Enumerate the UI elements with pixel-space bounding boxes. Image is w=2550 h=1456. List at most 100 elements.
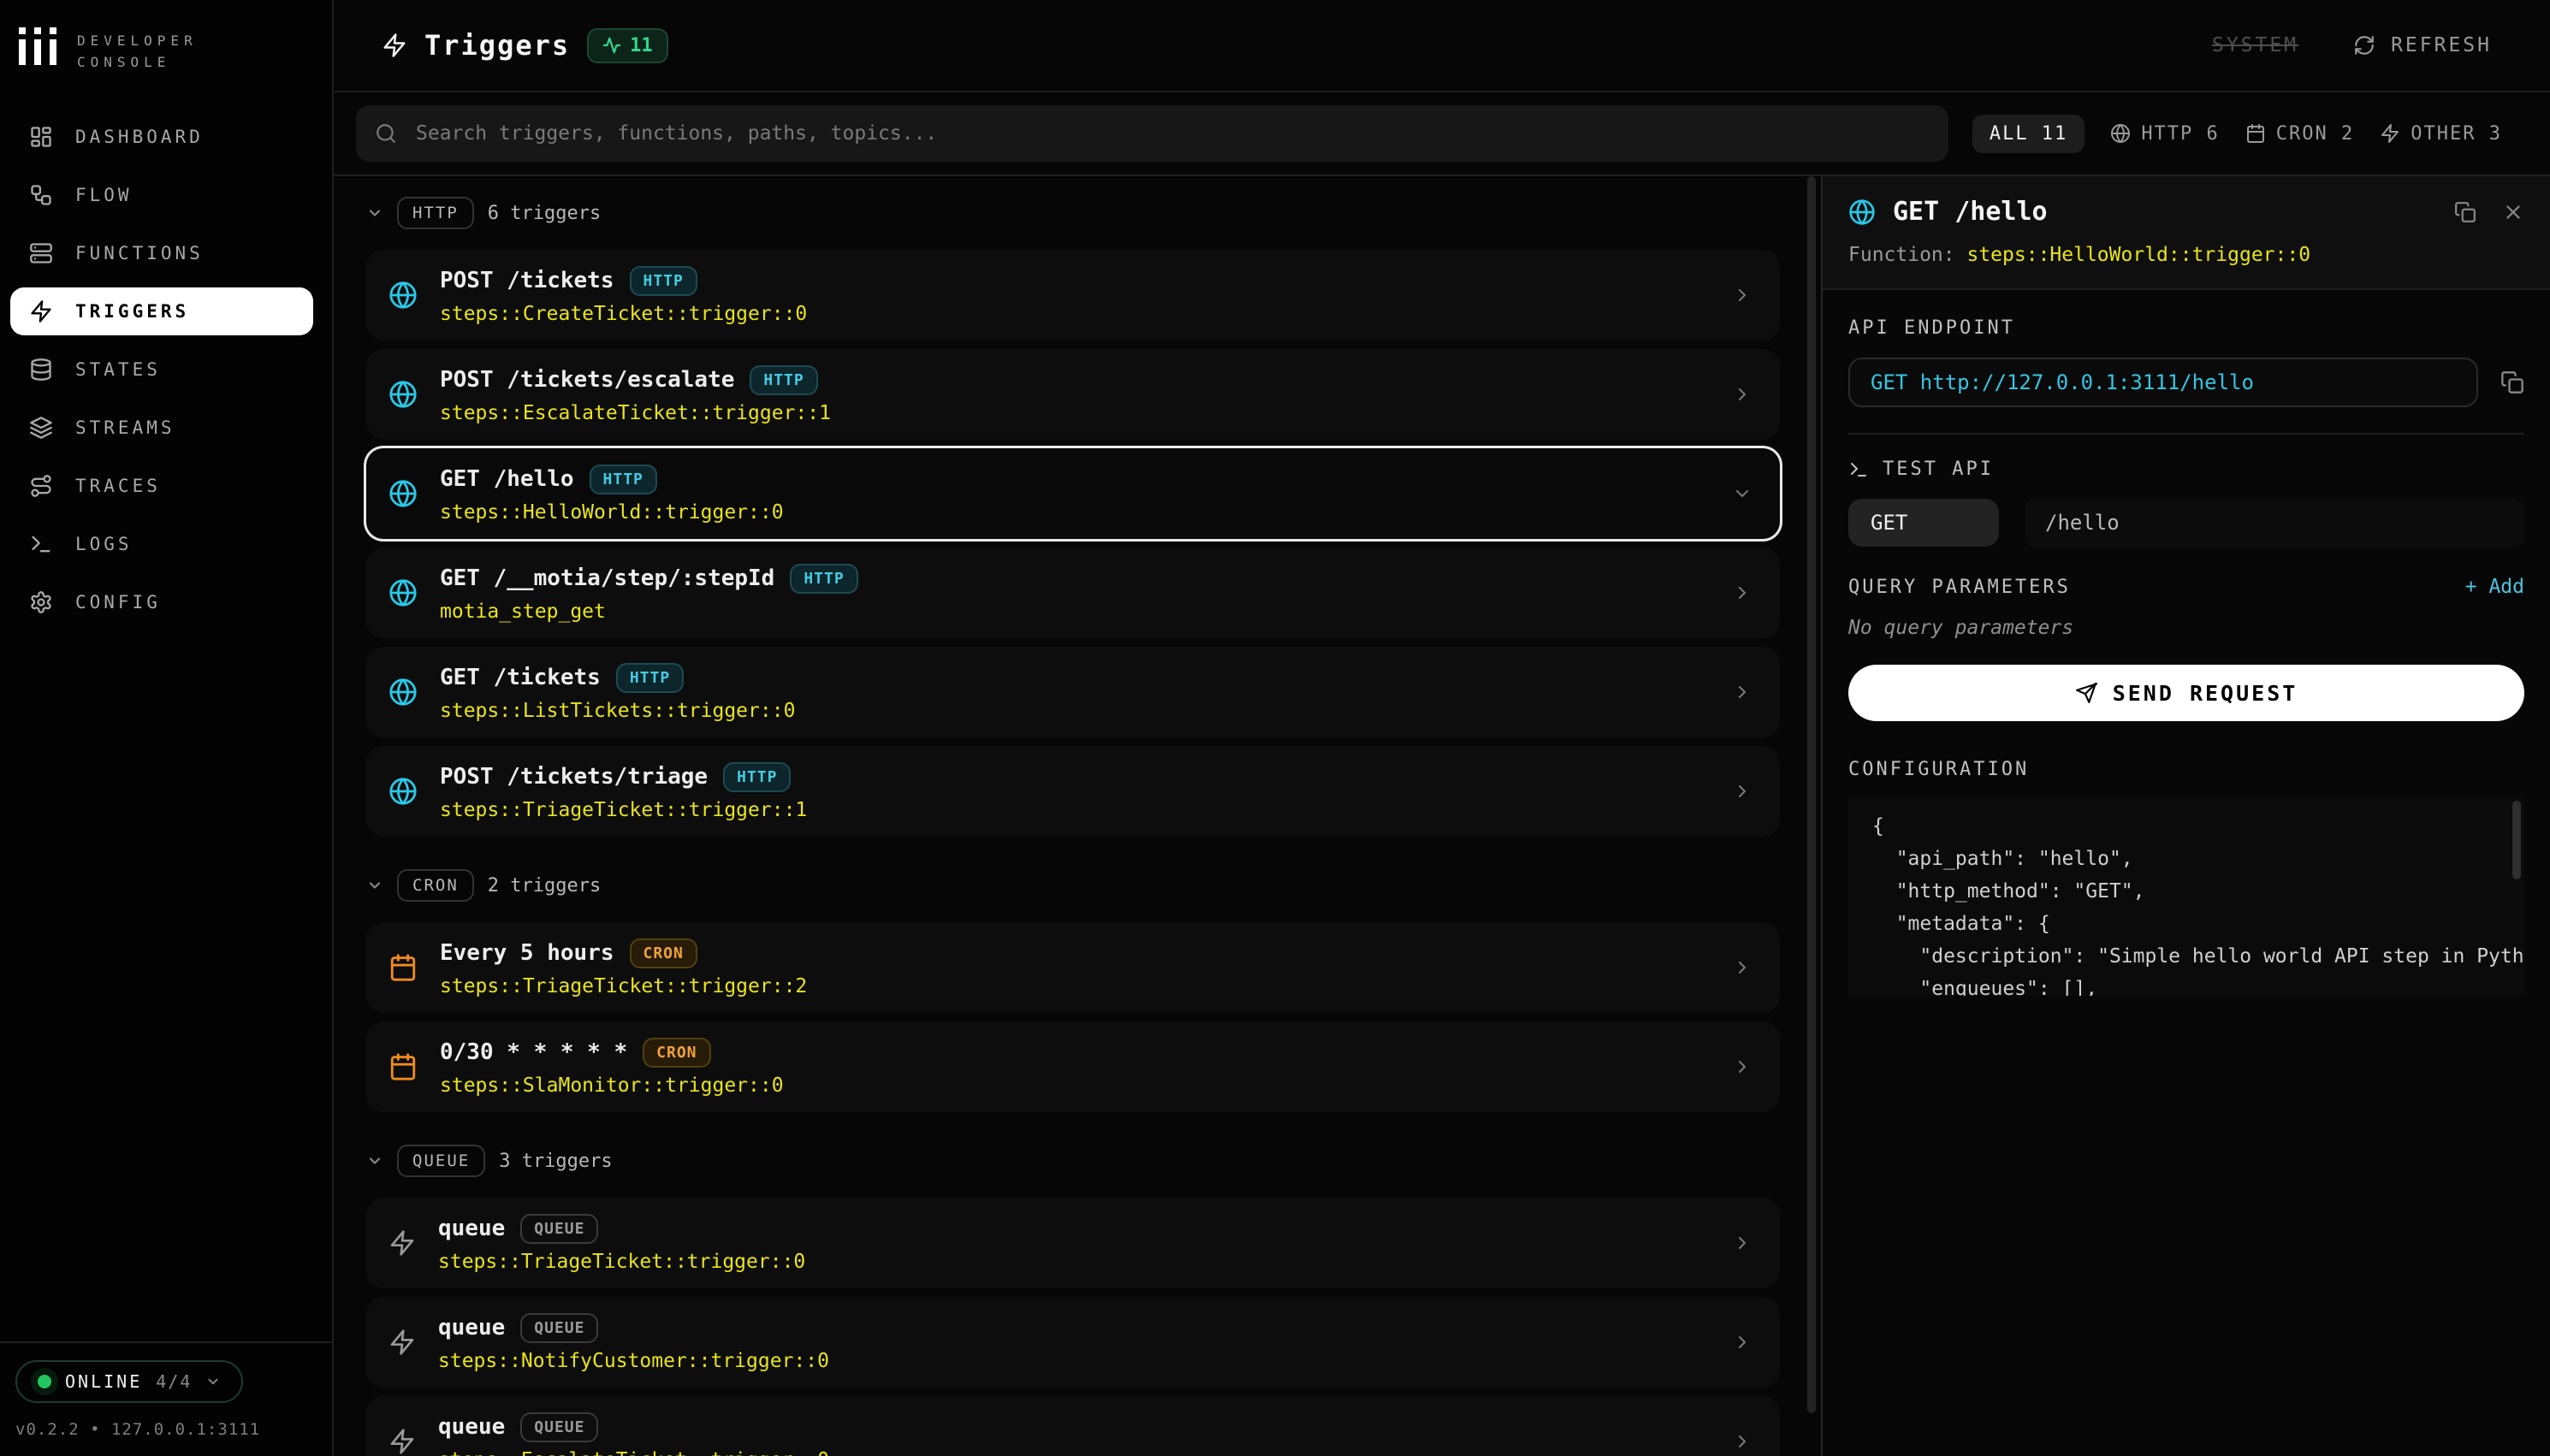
trigger-row-cron-expression[interactable]: 0/30 * * * * *CRON steps::SlaMonitor::tr… (366, 1021, 1780, 1112)
globe-icon (1848, 198, 1876, 226)
add-query-param-link[interactable]: + Add (2465, 576, 2524, 598)
trigger-title: GET /tickets (440, 665, 601, 690)
trigger-type-badge: HTTP (616, 663, 684, 693)
trigger-row-get-tickets[interactable]: GET /ticketsHTTP steps::ListTickets::tri… (366, 647, 1780, 737)
section-badge: HTTP (397, 197, 474, 229)
sidebar-item-config[interactable]: CONFIG (10, 578, 313, 626)
trigger-type-badge: HTTP (590, 465, 657, 494)
query-parameters-label: QUERY PARAMETERS (1848, 577, 2071, 598)
section-count: 6 triggers (488, 203, 601, 224)
sidebar-item-label: DASHBOARD (75, 127, 204, 147)
server-icon (29, 241, 53, 265)
trigger-row-post-tickets-triage[interactable]: POST /tickets/triageHTTP steps::TriageTi… (366, 746, 1780, 837)
code-scrollbar[interactable] (2512, 801, 2521, 879)
globe-icon (388, 380, 418, 409)
sidebar-item-label: FLOW (75, 185, 133, 205)
trigger-function: steps::TriageTicket::trigger::2 (440, 975, 807, 997)
send-request-label: SEND REQUEST (2113, 681, 2298, 706)
refresh-icon (2353, 34, 2375, 56)
chevron-right-icon (1732, 1233, 1752, 1253)
sidebar-item-functions[interactable]: FUNCTIONS (10, 229, 313, 277)
zap-icon (382, 33, 407, 58)
endpoint-value[interactable]: GET http://127.0.0.1:3111/hello (1848, 358, 2478, 407)
zap-icon (388, 1428, 416, 1455)
trigger-title: queue (438, 1216, 505, 1241)
close-panel-button[interactable] (2502, 201, 2524, 223)
trigger-row-queue-notify[interactable]: queue QUEUE steps::NotifyCustomer::trigge… (366, 1297, 1780, 1388)
search-input[interactable] (412, 121, 1930, 146)
trigger-row-get-motia-step[interactable]: GET /__motia/step/:stepIdHTTP motia_step… (366, 547, 1780, 638)
online-count: 4/4 (156, 1371, 192, 1392)
zap-icon (2380, 123, 2400, 144)
globe-icon (388, 281, 418, 310)
sidebar-item-traces[interactable]: TRACES (10, 462, 313, 510)
chevron-right-icon (1732, 1332, 1752, 1352)
chevron-down-icon (366, 1152, 383, 1169)
section-header-http[interactable]: HTTP 6 triggers (366, 197, 1780, 229)
globe-icon (2110, 123, 2131, 144)
sidebar-item-states[interactable]: STATES (10, 346, 313, 394)
copy-icon (2454, 201, 2476, 223)
configuration-code[interactable]: { "api_path": "hello", "http_method": "G… (1848, 797, 2524, 996)
dashboard-icon (29, 125, 53, 149)
api-endpoint-label: API ENDPOINT (1848, 317, 2524, 339)
sidebar-item-dashboard[interactable]: DASHBOARD (10, 113, 313, 161)
version-info: v0.2.2 • 127.0.0.1:3111 (15, 1420, 308, 1439)
panel-title: GET /hello (1893, 197, 2048, 227)
trigger-row-post-tickets[interactable]: POST /ticketsHTTP steps::CreateTicket::t… (366, 250, 1780, 340)
main-area: Triggers 11 SYSTEM REFRESH (334, 0, 2550, 1456)
chevron-down-icon (1732, 483, 1752, 504)
copy-button[interactable] (2454, 201, 2476, 223)
trigger-function: steps::NotifyCustomer::trigger::0 (438, 1350, 829, 1372)
trigger-type-badge: CRON (643, 1038, 710, 1068)
globe-icon (388, 678, 418, 707)
trigger-row-queue-triage[interactable]: queueQUEUE steps::TriageTicket::trigger:… (366, 1198, 1780, 1288)
page-title: Triggers (424, 29, 570, 62)
sidebar-item-logs[interactable]: LOGS (10, 520, 313, 568)
filter-tab-other[interactable]: OTHER 3 (2380, 123, 2502, 145)
sidebar-item-streams[interactable]: STREAMS (10, 404, 313, 452)
layers-icon (29, 416, 53, 440)
filter-tab-cron[interactable]: CRON 2 (2245, 123, 2354, 145)
filter-tab-http[interactable]: HTTP 6 (2110, 123, 2219, 145)
list-scrollbar[interactable] (1807, 176, 1816, 1413)
section-header-cron[interactable]: CRON 2 triggers (366, 869, 1780, 902)
function-value: steps::HelloWorld::trigger::0 (1966, 244, 2310, 266)
copy-endpoint-button[interactable] (2500, 370, 2524, 394)
terminal-icon (1848, 459, 1869, 480)
chevron-down-icon (205, 1374, 221, 1389)
chevron-right-icon (1732, 957, 1752, 978)
trigger-row-queue-escalate[interactable]: queueQUEUE steps::EscalateTicket::trigge… (366, 1396, 1780, 1456)
trigger-type-badge: HTTP (750, 365, 817, 395)
search-box[interactable] (356, 105, 1948, 162)
trigger-type-badge: HTTP (723, 762, 791, 792)
globe-icon (388, 479, 418, 508)
trigger-title: queue (438, 1315, 505, 1341)
filter-tab-label: CRON 2 (2276, 123, 2354, 145)
logo-icon (19, 26, 56, 65)
trigger-title: POST /tickets (440, 268, 614, 293)
send-request-button[interactable]: SEND REQUEST (1848, 665, 2524, 721)
system-toggle[interactable]: SYSTEM (2212, 34, 2298, 56)
path-input[interactable] (2025, 499, 2524, 547)
online-dot (38, 1375, 51, 1388)
trigger-title: GET /__motia/step/:stepId (440, 565, 774, 591)
section-count: 2 triggers (488, 875, 601, 897)
trigger-title: queue (438, 1414, 505, 1440)
trigger-detail-panel: GET /hello (1821, 176, 2550, 1456)
sidebar-item-flow[interactable]: FLOW (10, 171, 313, 219)
trigger-type-badge: QUEUE (520, 1313, 598, 1343)
trigger-row-get-hello[interactable]: GET /helloHTTP steps::HelloWorld::trigge… (366, 448, 1780, 539)
app-logo: DEVELOPER CONSOLE (0, 0, 332, 84)
refresh-button[interactable]: REFRESH (2343, 33, 2502, 58)
trigger-type-badge: QUEUE (520, 1214, 598, 1244)
sidebar-item-triggers[interactable]: TRIGGERS (10, 287, 313, 335)
method-select[interactable]: GET (1848, 499, 1999, 547)
trigger-row-every-5-hours[interactable]: Every 5 hoursCRON steps::TriageTicket::t… (366, 922, 1780, 1013)
filter-tab-all[interactable]: ALL 11 (1972, 115, 2084, 153)
online-status-pill[interactable]: ONLINE 4/4 (15, 1360, 243, 1403)
section-header-queue[interactable]: QUEUE 3 triggers (366, 1145, 1780, 1177)
zap-icon (29, 299, 53, 323)
sidebar-item-label: STREAMS (75, 417, 175, 438)
trigger-row-post-tickets-escalate[interactable]: POST /tickets/escalateHTTP steps::Escala… (366, 349, 1780, 440)
